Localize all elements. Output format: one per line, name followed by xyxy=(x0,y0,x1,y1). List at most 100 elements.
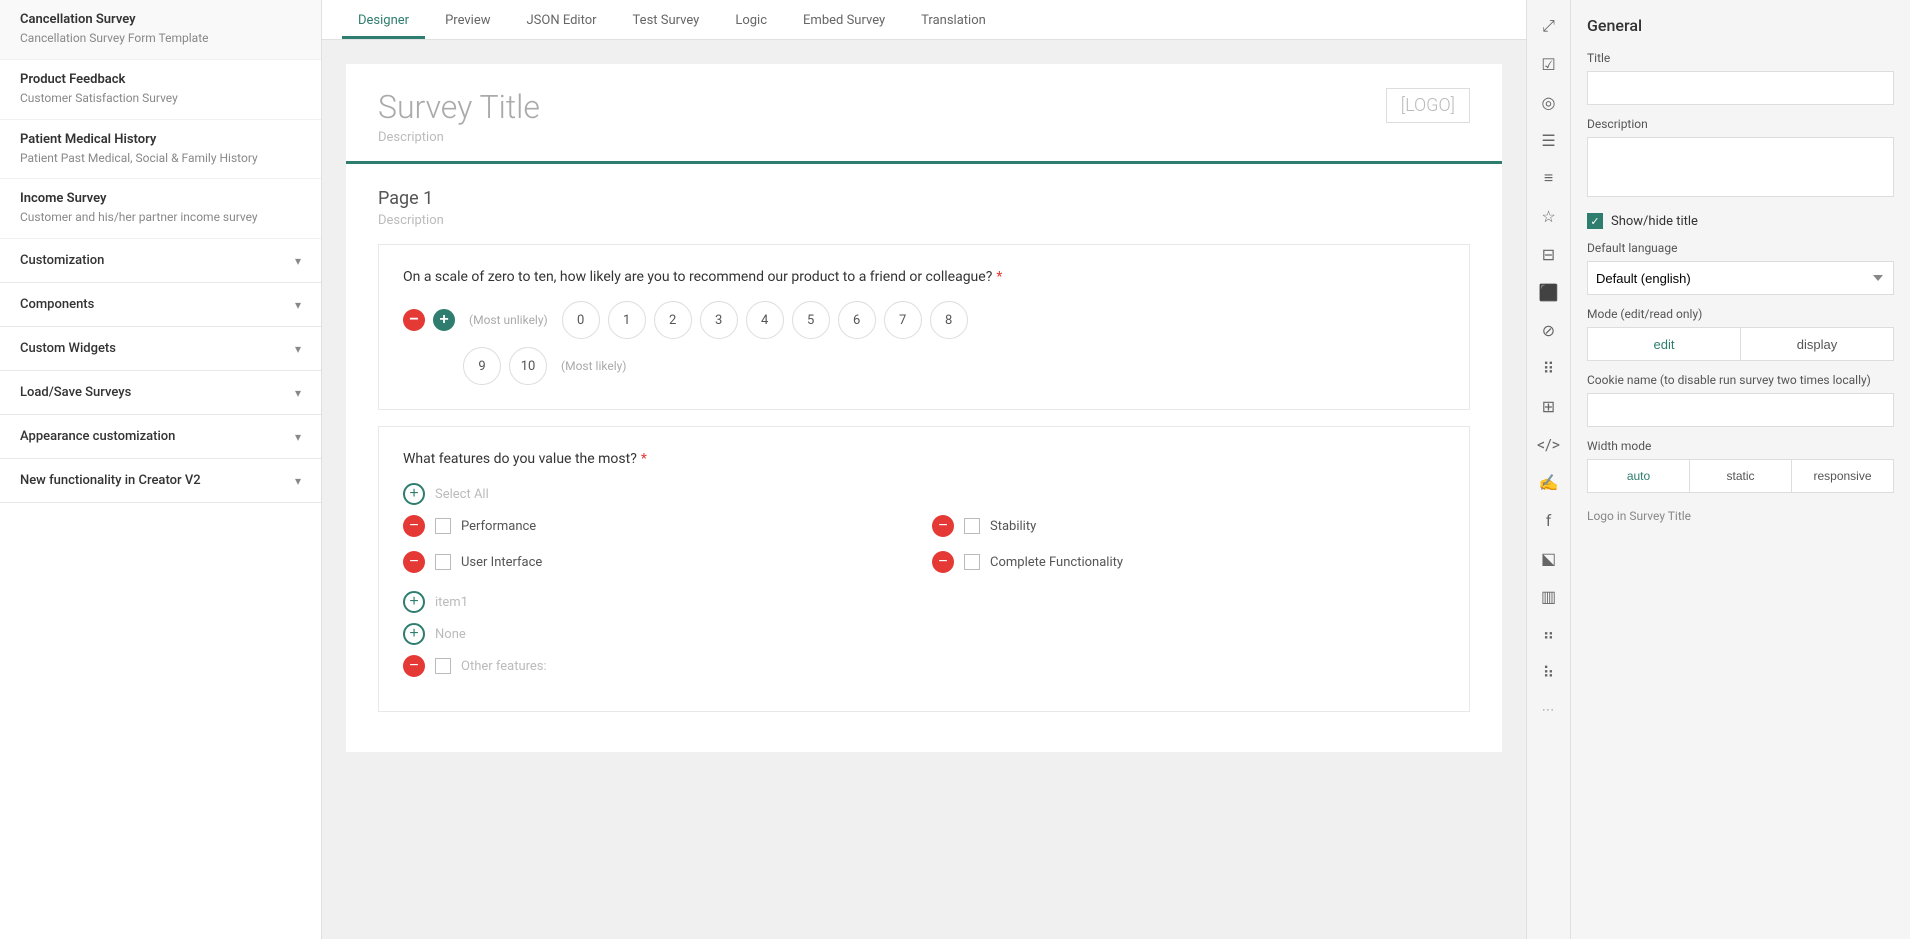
cb-performance-box[interactable] xyxy=(435,518,451,534)
accordion-chevron-0: ▾ xyxy=(295,254,301,268)
lines2-icon[interactable]: ≡ xyxy=(1531,160,1567,196)
survey-item-1[interactable]: Product FeedbackCustomer Satisfaction Su… xyxy=(0,60,321,120)
cookie-input[interactable] xyxy=(1587,393,1894,427)
nps-4[interactable]: 4 xyxy=(746,301,784,339)
radio-icon[interactable]: ◎ xyxy=(1531,84,1567,120)
width-static-button[interactable]: static xyxy=(1689,460,1791,492)
language-select[interactable]: Default (english) xyxy=(1587,261,1894,295)
accordion-item-0: Customization ▾ xyxy=(0,239,321,283)
panel-icon[interactable]: ▥ xyxy=(1531,578,1567,614)
tab-embed-survey[interactable]: Embed Survey xyxy=(787,5,901,39)
page-description: Description xyxy=(378,213,1470,228)
cb-other-box[interactable] xyxy=(435,658,451,674)
accordion-item-5: New functionality in Creator V2▾ xyxy=(0,459,321,503)
desc-field-label: Description xyxy=(1587,117,1894,131)
accordion-header-1[interactable]: Components▾ xyxy=(0,283,321,326)
select-all-add-button[interactable]: + xyxy=(403,483,425,505)
folder-icon[interactable]: ⬕ xyxy=(1531,540,1567,576)
grid-icon[interactable]: ⊞ xyxy=(1531,388,1567,424)
remove-stability-button[interactable]: − xyxy=(932,515,954,537)
width-responsive-button[interactable]: responsive xyxy=(1791,460,1893,492)
select-all-option: + Select All xyxy=(403,483,1445,505)
performance-label: Performance xyxy=(461,519,536,534)
accordion-header-2[interactable]: Custom Widgets▾ xyxy=(0,327,321,370)
nps-7[interactable]: 7 xyxy=(884,301,922,339)
ui-label: User Interface xyxy=(461,555,542,570)
show-hide-checkbox[interactable]: ✓ xyxy=(1587,213,1603,229)
code-icon[interactable]: </> xyxy=(1531,426,1567,462)
nps-1[interactable]: 1 xyxy=(608,301,646,339)
survey-item-0[interactable]: Cancellation SurveyCancellation Survey F… xyxy=(0,0,321,60)
remove-cf-button[interactable]: − xyxy=(932,551,954,573)
star-icon[interactable]: ☆ xyxy=(1531,198,1567,234)
tab-translation[interactable]: Translation xyxy=(905,5,1002,39)
lines-icon[interactable]: ☰ xyxy=(1531,122,1567,158)
icon-toolbar: ⤢☑◎☰≡☆⊟⬛⊘⠿⊞</>✍f⬕▥⠶⠷··· xyxy=(1526,0,1570,939)
font-icon[interactable]: f xyxy=(1531,502,1567,538)
accordion-chevron-1: ▾ xyxy=(295,298,301,312)
right-panel-title: General xyxy=(1587,16,1894,35)
nps-add-button[interactable]: + xyxy=(433,309,455,331)
resize-icon[interactable]: ⤢ xyxy=(1531,8,1567,44)
accordion-chevron-4: ▾ xyxy=(295,430,301,444)
check-square-icon[interactable]: ☑ xyxy=(1531,46,1567,82)
dots-icon[interactable]: ⠿ xyxy=(1531,350,1567,386)
remove-performance-button[interactable]: − xyxy=(403,515,425,537)
accordion-header-3[interactable]: Load/Save Surveys▾ xyxy=(0,371,321,414)
title-field-label: Title xyxy=(1587,51,1894,65)
nps-10[interactable]: 10 xyxy=(509,347,547,385)
nps-5[interactable]: 5 xyxy=(792,301,830,339)
nps-9[interactable]: 9 xyxy=(463,347,501,385)
mode-display-button[interactable]: display xyxy=(1740,328,1893,360)
db-icon[interactable]: ⊘ xyxy=(1531,312,1567,348)
tab-json-editor[interactable]: JSON Editor xyxy=(511,5,613,39)
keypad-icon[interactable]: ⠶ xyxy=(1531,616,1567,652)
tab-designer[interactable]: Designer xyxy=(342,5,425,39)
question-block-checkbox: What features do you value the most?* + … xyxy=(378,426,1470,712)
mode-edit-button[interactable]: edit xyxy=(1588,328,1740,360)
survey-description: Description xyxy=(378,130,540,145)
nps-2[interactable]: 2 xyxy=(654,301,692,339)
survey-paper: Survey Title Description [LOGO] Page 1 D… xyxy=(346,64,1502,752)
accordion-label-4: Appearance customization xyxy=(20,429,175,444)
survey-canvas[interactable]: Survey Title Description [LOGO] Page 1 D… xyxy=(322,40,1526,939)
title-input[interactable] xyxy=(1587,71,1894,105)
accordion-header-0[interactable]: Customization ▾ xyxy=(0,239,321,282)
add-item1-button[interactable]: + xyxy=(403,591,425,613)
survey-item-desc-3: Customer and his/her partner income surv… xyxy=(20,209,301,226)
tabs-bar: DesignerPreviewJSON EditorTest SurveyLog… xyxy=(322,0,1526,40)
more-dots-icon[interactable]: ··· xyxy=(1531,692,1567,728)
survey-item-desc-1: Customer Satisfaction Survey xyxy=(20,90,301,107)
tab-logic[interactable]: Logic xyxy=(719,5,783,39)
description-textarea[interactable] xyxy=(1587,137,1894,197)
cb-cf-box[interactable] xyxy=(964,554,980,570)
add-none-button[interactable]: + xyxy=(403,623,425,645)
sign-icon[interactable]: ✍ xyxy=(1531,464,1567,500)
width-auto-button[interactable]: auto xyxy=(1588,460,1689,492)
option-user-interface: − User Interface xyxy=(403,551,916,573)
nps-0[interactable]: 0 xyxy=(562,301,600,339)
survey-title-desc: Survey Title Description xyxy=(378,88,540,145)
accordion-chevron-3: ▾ xyxy=(295,386,301,400)
tab-preview[interactable]: Preview xyxy=(429,5,506,39)
survey-item-3[interactable]: Income SurveyCustomer and his/her partne… xyxy=(0,179,321,239)
cb-ui-box[interactable] xyxy=(435,554,451,570)
nps-right-label: (Most likely) xyxy=(561,359,626,373)
nps-remove-button[interactable]: − xyxy=(403,309,425,331)
accordion-header-4[interactable]: Appearance customization ▾ xyxy=(0,415,321,458)
remove-ui-button[interactable]: − xyxy=(403,551,425,573)
tab-test-survey[interactable]: Test Survey xyxy=(617,5,716,39)
nps-8[interactable]: 8 xyxy=(930,301,968,339)
nps-3[interactable]: 3 xyxy=(700,301,738,339)
cb-stability-box[interactable] xyxy=(964,518,980,534)
survey-item-2[interactable]: Patient Medical HistoryPatient Past Medi… xyxy=(0,120,321,180)
remove-other-button[interactable]: − xyxy=(403,655,425,677)
nps-6[interactable]: 6 xyxy=(838,301,876,339)
accordion-header-5[interactable]: New functionality in Creator V2▾ xyxy=(0,459,321,502)
accordion-label-0: Customization xyxy=(20,253,104,268)
main-area: DesignerPreviewJSON EditorTest SurveyLog… xyxy=(322,0,1526,939)
option-performance: − Performance xyxy=(403,515,916,537)
grid2-icon[interactable]: ⠷ xyxy=(1531,654,1567,690)
table-icon[interactable]: ⊟ xyxy=(1531,236,1567,272)
image-icon[interactable]: ⬛ xyxy=(1531,274,1567,310)
